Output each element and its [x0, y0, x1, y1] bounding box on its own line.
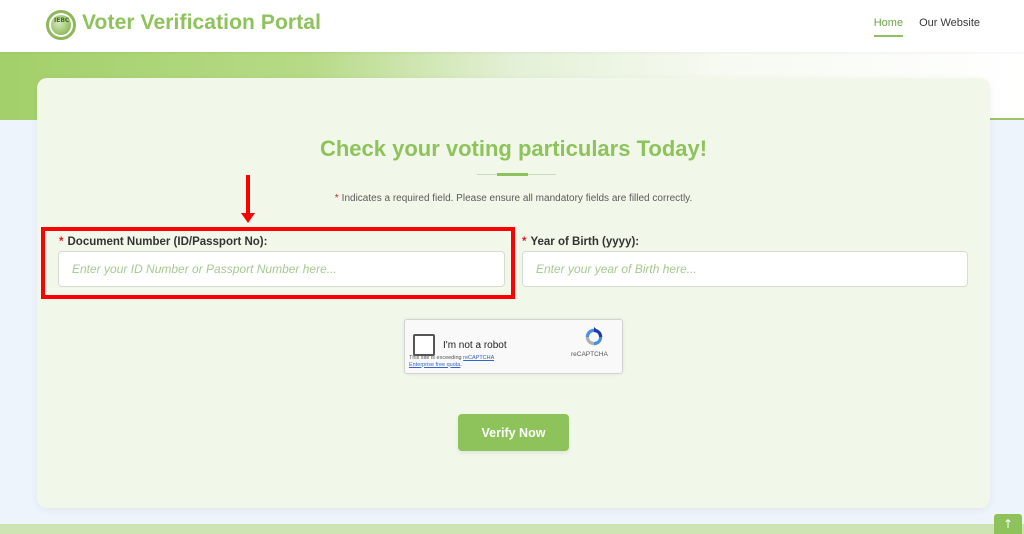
arrow-up-icon: ↑ [1002, 517, 1014, 531]
recaptcha-quota-note: This site is exceeding reCAPTCHA Enterpr… [409, 355, 514, 368]
recaptcha-widget: I'm not a robot This site is exceeding r… [404, 319, 623, 374]
year-of-birth-label-text: Year of Birth (yyyy): [530, 236, 640, 248]
recaptcha-note-suffix: . [460, 361, 462, 368]
recaptcha-label: I'm not a robot [443, 340, 507, 351]
main-nav: Home Our Website [873, 17, 980, 37]
recaptcha-link[interactable]: reCAPTCHA [463, 355, 494, 361]
document-number-input[interactable] [58, 251, 505, 287]
required-star: * [59, 236, 64, 248]
verification-card: Check your voting particulars Today! * In… [37, 78, 990, 508]
scroll-to-top-button[interactable]: ↑ [994, 514, 1022, 534]
logo-text: IEBC [54, 17, 70, 24]
title-divider-left [477, 174, 497, 175]
annotation-arrow-shaft [246, 175, 250, 215]
footer-band [0, 524, 1024, 534]
required-star: * [334, 193, 339, 204]
title-divider-right [528, 174, 556, 175]
document-number-label: * Document Number (ID/Passport No): [59, 236, 267, 248]
iebc-logo[interactable]: IEBC [46, 10, 76, 40]
page-title: Check your voting particulars Today! [319, 136, 708, 161]
recaptcha-brand: reCAPTCHA [571, 351, 608, 358]
document-number-label-text: Document Number (ID/Passport No): [67, 236, 268, 248]
brand-title[interactable]: Voter Verification Portal [82, 11, 321, 35]
title-divider [497, 173, 528, 176]
annotation-arrow-down-icon [241, 213, 255, 223]
recaptcha-enterprise-link[interactable]: Enterprise free quota [409, 362, 460, 368]
required-note: * Indicates a required field. Please ensu… [37, 193, 990, 204]
verify-now-button[interactable]: Verify Now [458, 414, 569, 451]
nav-home[interactable]: Home [873, 17, 904, 37]
year-of-birth-label: * Year of Birth (yyyy): [522, 236, 639, 248]
nav-our-website[interactable]: Our Website [919, 17, 980, 37]
year-of-birth-input[interactable] [522, 251, 968, 287]
recaptcha-checkbox[interactable] [413, 334, 435, 356]
required-note-text: Indicates a required field. Please ensur… [341, 193, 693, 204]
required-star: * [522, 236, 527, 248]
site-header: IEBC Voter Verification Portal Home Our … [0, 0, 1024, 52]
recaptcha-note-prefix: This site is exceeding [409, 355, 462, 361]
recaptcha-logo-icon [585, 326, 603, 346]
